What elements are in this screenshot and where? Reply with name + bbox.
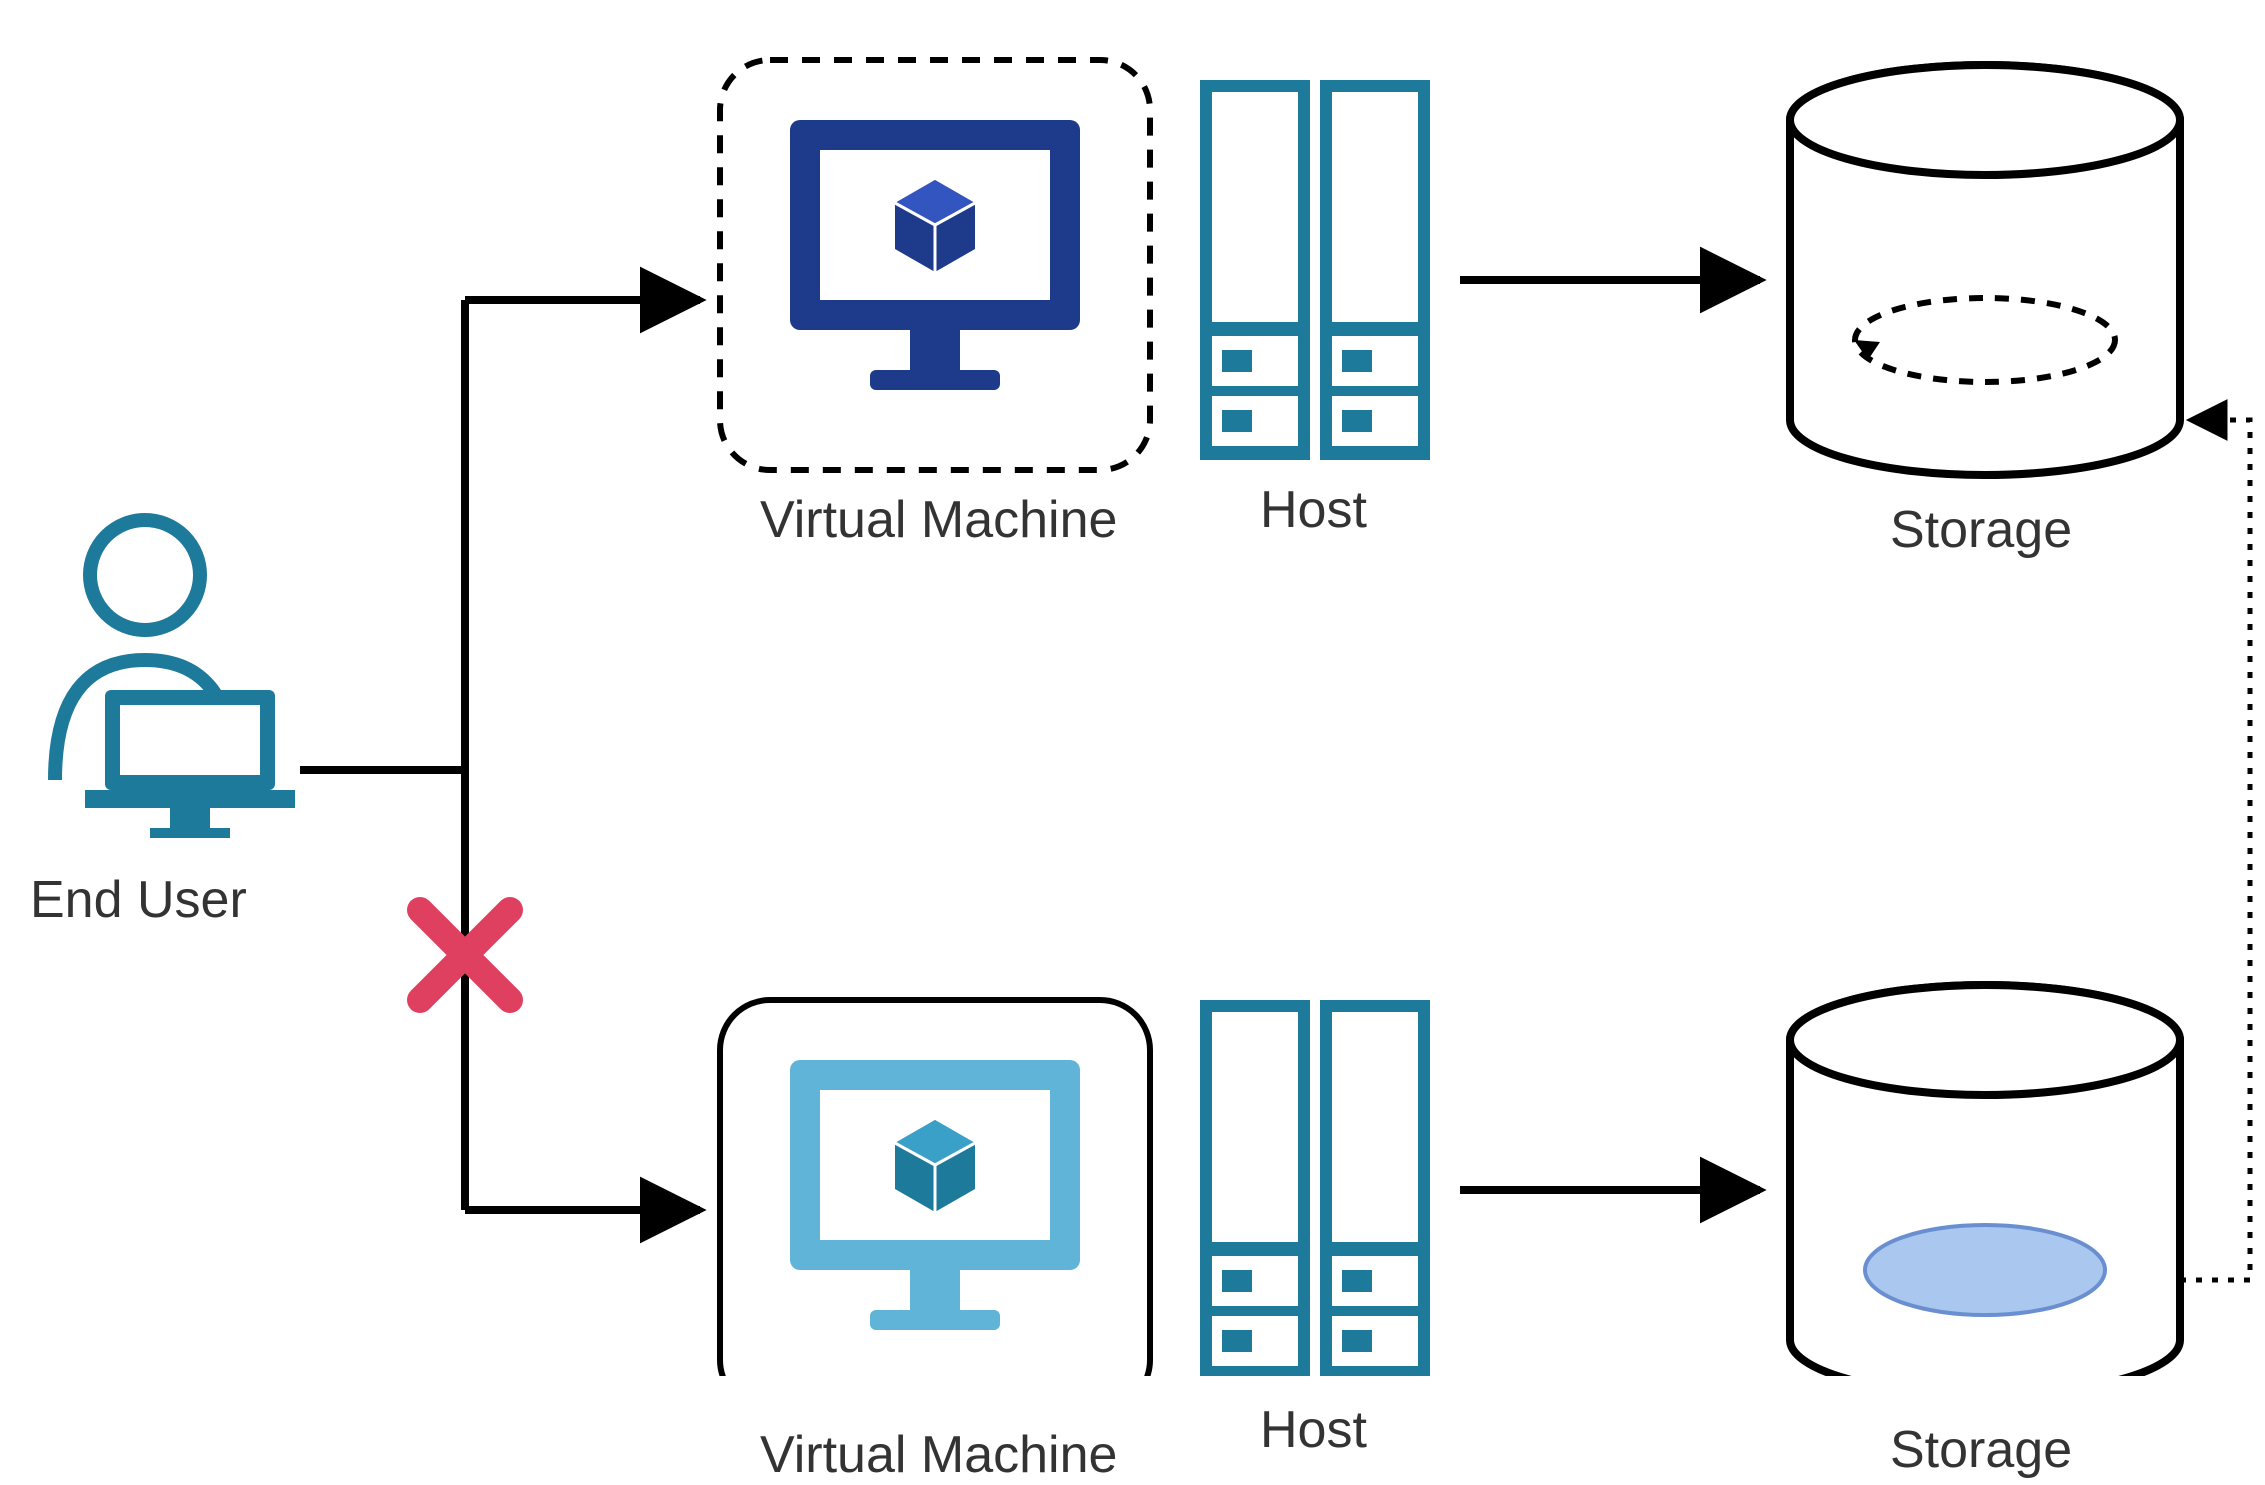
host-top-icon [1200, 80, 1430, 460]
host-bottom-label: Host [1260, 1400, 1367, 1460]
edge-storage-dotted [2180, 420, 2250, 1280]
storage-bottom-label: Storage [1890, 1420, 2072, 1480]
vm-bottom-node [720, 1000, 1150, 1376]
edge-enduser-branch [300, 300, 700, 1210]
storage-top-label: Storage [1890, 500, 2072, 560]
storage-bottom-icon [1790, 985, 2180, 1376]
host-bottom-icon [1200, 1000, 1430, 1376]
host-top-label: Host [1260, 480, 1367, 540]
storage-top-icon [1790, 65, 2180, 475]
diagram-canvas: End User Virtual Machine Virtual Machine… [0, 0, 2265, 1376]
vm-bottom-label: Virtual Machine [760, 1425, 1117, 1485]
vm-top-label: Virtual Machine [760, 490, 1117, 550]
end-user-label: End User [30, 870, 247, 930]
edge-host-storage [1460, 280, 1760, 1190]
end-user-icon [55, 520, 295, 838]
diagram-svg [0, 0, 2265, 1376]
vm-top-node [720, 60, 1150, 470]
